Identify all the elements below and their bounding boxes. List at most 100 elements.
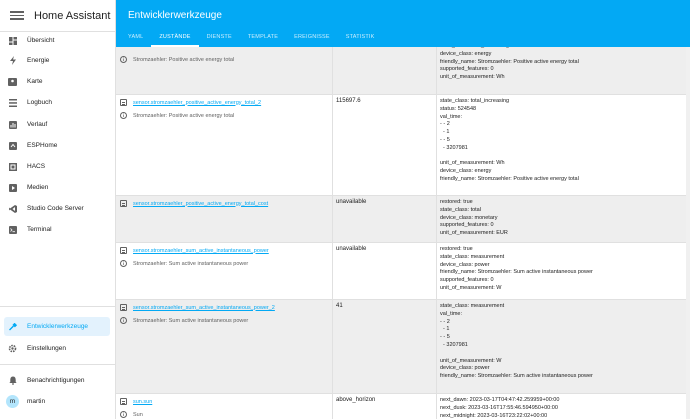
tab-services[interactable]: DIENSTE	[199, 32, 240, 47]
sidebar-item-esphome[interactable]: ESPHome	[0, 136, 116, 155]
column-divider	[436, 300, 437, 393]
gear-icon	[8, 344, 17, 353]
column-divider	[332, 243, 333, 299]
entity-id-link[interactable]: sensor.stromzaehler_sum_active_instantan…	[133, 248, 269, 254]
table-row: sun.sun i Sun above_horizon next_dawn: 2…	[116, 394, 690, 419]
list-icon	[8, 98, 17, 107]
tab-bar: YAML ZUSTÄNDE DIENSTE TEMPLATE EREIGNISS…	[120, 32, 383, 47]
sidebar-item-developer-tools[interactable]: Entwicklerwerkzeuge	[4, 317, 110, 336]
sidebar-divider	[0, 364, 116, 365]
sidebar-item-label: Studio Code Server	[27, 205, 84, 212]
tab-events[interactable]: EREIGNISSE	[286, 32, 338, 47]
sun-icon[interactable]	[120, 398, 127, 405]
sidebar-item-label: Verlauf	[27, 121, 48, 128]
column-divider	[436, 394, 437, 419]
entity-friendly-name: Stromzaehler: Sum active instantaneous p…	[133, 317, 249, 324]
avatar: m	[6, 395, 19, 408]
attributes-cell: state_class: measurement val_time: - - 2…	[440, 303, 593, 380]
entity-cell: sensor.stromzaehler_sum_active_instantan…	[120, 303, 330, 325]
info-icon[interactable]: i	[120, 56, 127, 63]
sidebar-item-overview[interactable]: Übersicht	[0, 31, 116, 50]
sidebar-item-studio-code-server[interactable]: Studio Code Server	[0, 199, 116, 218]
table-icon[interactable]	[120, 247, 127, 254]
sidebar-item-map[interactable]: Karte	[0, 72, 116, 91]
user-name: martin	[27, 398, 46, 405]
sidebar-item-notifications[interactable]: Benachrichtigungen	[0, 371, 116, 390]
entity-friendly-name: Stromzaehler: Positive active energy tot…	[133, 112, 235, 119]
column-divider	[332, 47, 333, 94]
sidebar-item-logbook[interactable]: Logbuch	[0, 93, 116, 112]
column-divider	[332, 394, 333, 419]
tab-states[interactable]: ZUSTÄNDE	[151, 32, 199, 47]
table-icon[interactable]	[120, 99, 127, 106]
sidebar-header: Home Assistant	[0, 0, 115, 32]
sidebar-item-hacs[interactable]: HACS	[0, 157, 116, 176]
entity-id-link[interactable]: sensor.stromzaehler_positive_active_ener…	[133, 100, 261, 106]
state-cell: unavailable	[336, 199, 367, 205]
sidebar: Home Assistant Übersicht Energie Karte L…	[0, 0, 116, 419]
column-divider	[436, 95, 437, 195]
entity-cell: sun.sun i Sun	[120, 397, 330, 419]
sidebar-item-label: Einstellungen	[27, 345, 67, 352]
media-icon	[8, 183, 17, 192]
hacs-icon	[8, 162, 17, 171]
column-divider	[332, 95, 333, 195]
table-icon[interactable]	[120, 200, 127, 207]
table-row: sensor.stromzaehler_positive_active_ener…	[116, 95, 690, 196]
sidebar-item-label: Terminal	[27, 226, 52, 233]
info-icon[interactable]: i	[120, 317, 127, 324]
hammer-icon	[8, 322, 17, 331]
sidebar-item-user[interactable]: m martin	[0, 392, 116, 411]
terminal-icon	[8, 225, 17, 234]
bell-icon	[8, 376, 17, 385]
sidebar-divider	[0, 306, 116, 307]
chart-icon	[8, 120, 17, 129]
sidebar-item-label: ESPHome	[27, 142, 58, 149]
table-icon[interactable]	[120, 304, 127, 311]
sidebar-item-media[interactable]: Medien	[0, 178, 116, 197]
sidebar-item-terminal[interactable]: Terminal	[0, 220, 116, 239]
dashboard-icon	[8, 36, 17, 45]
states-table: i Stromzaehler: Positive active energy t…	[116, 47, 690, 419]
attributes-cell: restored: true state_class: measurement …	[440, 246, 593, 291]
sidebar-item-settings[interactable]: Einstellungen	[0, 339, 116, 358]
entity-friendly-name: Sun	[133, 411, 143, 418]
info-icon[interactable]: i	[120, 411, 127, 418]
info-icon[interactable]: i	[120, 112, 127, 119]
scrollbar[interactable]	[686, 47, 690, 419]
sidebar-item-label: Medien	[27, 184, 49, 191]
table-row: sensor.stromzaehler_sum_active_instantan…	[116, 300, 690, 394]
tab-statistics[interactable]: STATISTIK	[338, 32, 383, 47]
entity-id-link[interactable]: sensor.stromzaehler_sum_active_instantan…	[133, 305, 275, 311]
tab-template[interactable]: TEMPLATE	[240, 32, 286, 47]
entity-friendly-name: Stromzaehler: Sum active instantaneous p…	[133, 260, 249, 267]
entity-cell: sensor.stromzaehler_positive_active_ener…	[120, 98, 330, 120]
tab-yaml[interactable]: YAML	[120, 32, 151, 47]
attributes-cell: restored: true state_class: total device…	[440, 199, 508, 237]
attributes-cell: state_class: total_increasing device_cla…	[440, 47, 579, 81]
sidebar-item-label: Karte	[27, 78, 43, 85]
table-row: i Stromzaehler: Positive active energy t…	[116, 47, 690, 95]
column-divider	[436, 196, 437, 242]
column-divider	[332, 300, 333, 393]
page-title: Entwicklerwerkzeuge	[128, 10, 222, 21]
lightning-icon	[8, 56, 17, 65]
sidebar-item-label: Logbuch	[27, 99, 52, 106]
entity-id-link[interactable]: sun.sun	[133, 399, 152, 405]
state-cell: unavailable	[336, 246, 367, 252]
app-title: Home Assistant	[34, 9, 111, 22]
info-icon[interactable]: i	[120, 260, 127, 267]
column-divider	[436, 243, 437, 299]
attributes-cell: next_dawn: 2023-03-17T04:47:42.259959+00…	[440, 397, 560, 419]
sidebar-item-history[interactable]: Verlauf	[0, 115, 116, 134]
entity-friendly-name: Stromzaehler: Positive active energy tot…	[133, 56, 235, 63]
sidebar-item-energy[interactable]: Energie	[0, 51, 116, 70]
table-row: sensor.stromzaehler_positive_active_ener…	[116, 196, 690, 243]
column-divider	[332, 196, 333, 242]
vscode-icon	[8, 204, 17, 213]
sidebar-item-label: Übersicht	[27, 37, 55, 44]
menu-icon[interactable]	[10, 11, 24, 20]
map-icon	[8, 77, 17, 86]
entity-id-link[interactable]: sensor.stromzaehler_positive_active_ener…	[133, 201, 268, 207]
state-cell: above_horizon	[336, 397, 376, 403]
